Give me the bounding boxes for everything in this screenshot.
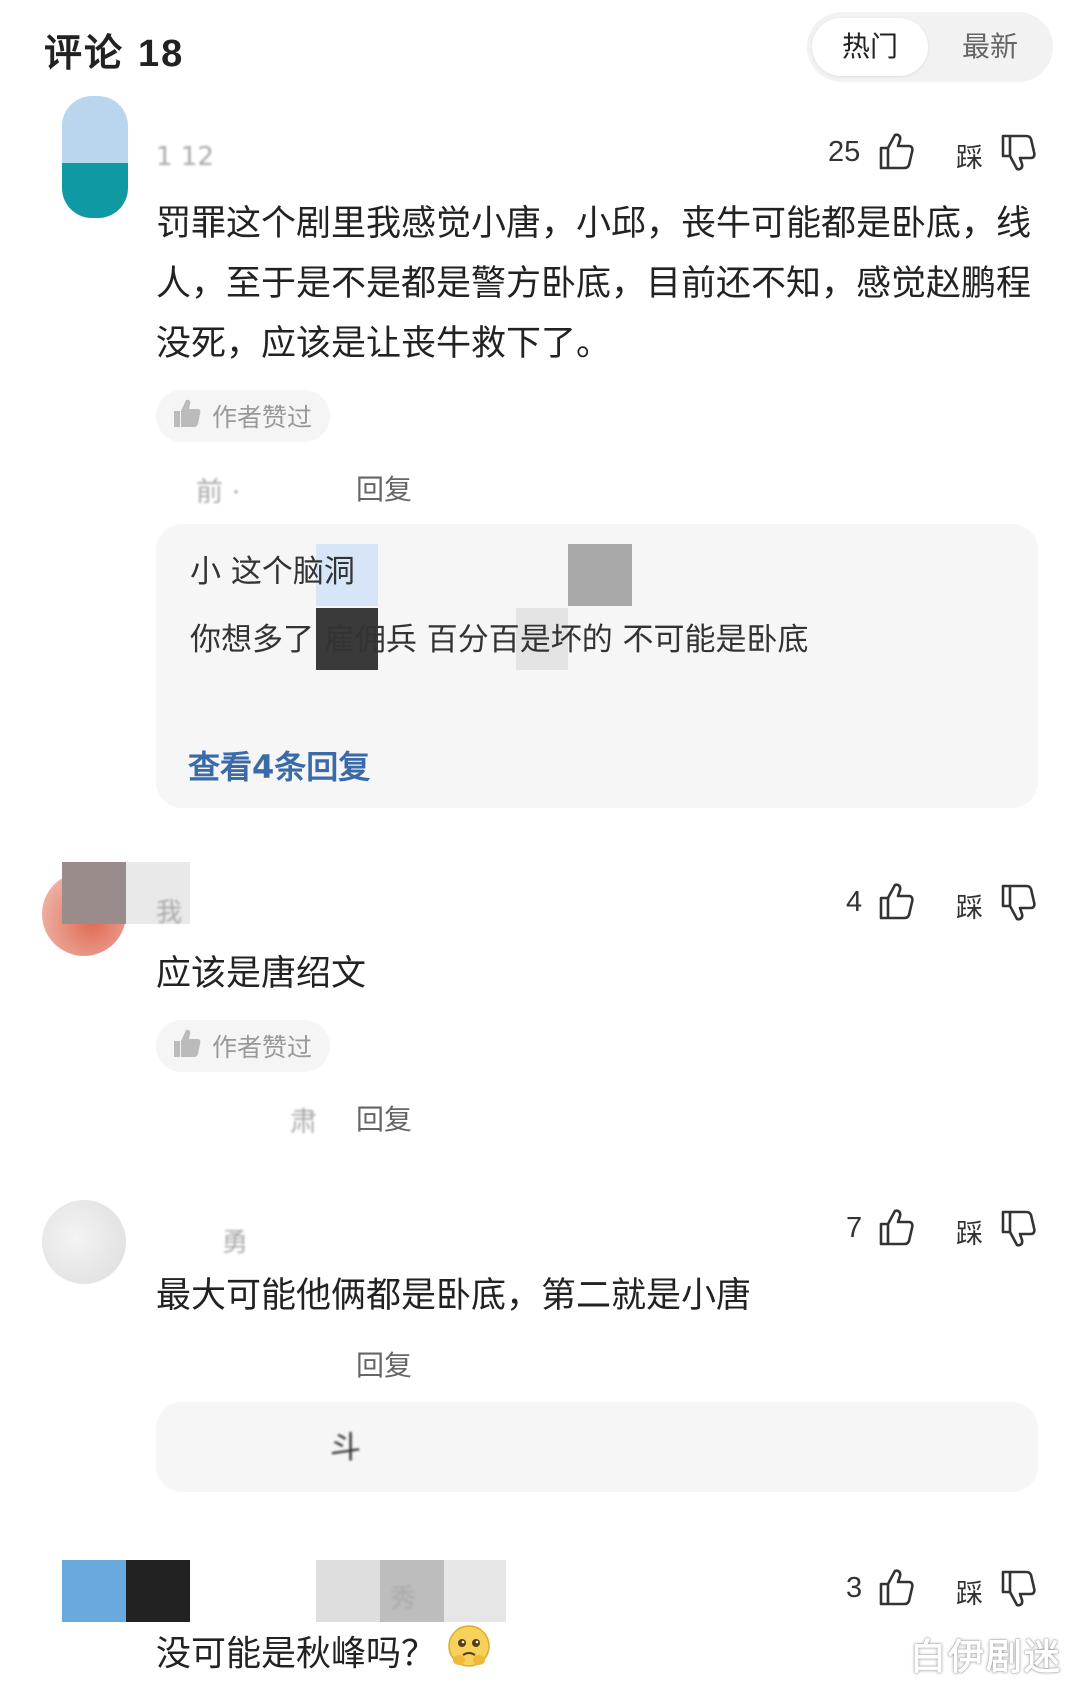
comments-count: 18 (138, 33, 185, 75)
like-count: 4 (846, 886, 863, 918)
comment-text: 应该是唐绍文 (156, 954, 367, 994)
thumbs-up-icon[interactable] (878, 1568, 914, 1606)
like-count: 7 (846, 1212, 863, 1244)
thumbs-down-icon[interactable] (1000, 134, 1036, 172)
pleading-emoji-icon (447, 1624, 491, 1687)
thumbs-up-icon[interactable] (878, 882, 914, 920)
tread-label[interactable]: 踩 (956, 886, 983, 925)
tread-label[interactable]: 踩 (956, 1212, 983, 1251)
reply-button[interactable]: 回复 (356, 1098, 412, 1138)
reply-button[interactable]: 回复 (356, 468, 412, 508)
comment-username[interactable]: 秀 (390, 1578, 416, 1615)
avatar[interactable] (42, 1200, 126, 1284)
redaction-mosaic (126, 1560, 190, 1622)
comment-text: 最大可能他俩都是卧底，第二就是小唐 (156, 1276, 752, 1316)
reply-button[interactable]: 回复 (356, 1344, 412, 1384)
redaction-mosaic (316, 1560, 380, 1622)
thumbs-up-icon[interactable] (878, 132, 914, 170)
tread-label[interactable]: 踩 (956, 136, 983, 175)
tab-hot[interactable]: 热门 (812, 18, 928, 76)
sort-toggle: 热门 最新 (807, 12, 1053, 82)
thumbs-up-filled-icon (172, 398, 212, 434)
reply-preview-box (156, 1402, 1038, 1492)
comment-username[interactable]: 1 12 (156, 142, 214, 172)
comments-title: 评论 (44, 31, 125, 75)
avatar[interactable] (62, 1560, 126, 1622)
thumbs-down-icon[interactable] (1000, 1210, 1036, 1248)
comment-text: 没可能是秋峰吗？ (156, 1624, 856, 1687)
reply-text: 斗 (330, 1430, 361, 1466)
like-count: 25 (828, 136, 861, 168)
comment-meta: 肃 (290, 1107, 317, 1138)
thumbs-up-filled-icon (172, 1028, 212, 1064)
author-liked-label: 作者赞过 (212, 1033, 313, 1062)
comments-header: 评论 18 (44, 22, 184, 77)
comment-text-body: 没可能是秋峰吗？ (156, 1634, 437, 1675)
reply-text: 你想多了 雇佣兵 百分百是坏的 不可能是卧底 (190, 622, 809, 658)
reply-text: 小 这个脑洞 (190, 554, 355, 590)
comment-username[interactable]: 勇 (222, 1222, 248, 1259)
avatar[interactable] (62, 96, 128, 218)
like-count: 3 (846, 1572, 863, 1604)
tread-label[interactable]: 踩 (956, 1572, 983, 1611)
author-liked-label: 作者赞过 (212, 403, 313, 432)
redaction-mosaic (444, 1560, 506, 1622)
comment-meta: 前 · (196, 477, 241, 508)
author-liked-badge: 作者赞过 (156, 1020, 331, 1072)
comment-username[interactable]: 我 (156, 892, 182, 929)
author-liked-badge: 作者赞过 (156, 390, 331, 442)
tab-latest[interactable]: 最新 (932, 18, 1048, 76)
thumbs-down-icon[interactable] (1000, 1570, 1036, 1608)
view-more-replies-link[interactable]: 查看4条回复 (188, 742, 370, 788)
thumbs-up-icon[interactable] (878, 1208, 914, 1246)
watermark: 白伊剧迷 (909, 1637, 1062, 1678)
comment-text: 罚罪这个剧里我感觉小唐，小邱，丧牛可能都是卧底，线人，至于是不是都是警方卧底，目… (156, 204, 1032, 364)
thumbs-down-icon[interactable] (1000, 884, 1036, 922)
redaction-mosaic (62, 862, 126, 924)
